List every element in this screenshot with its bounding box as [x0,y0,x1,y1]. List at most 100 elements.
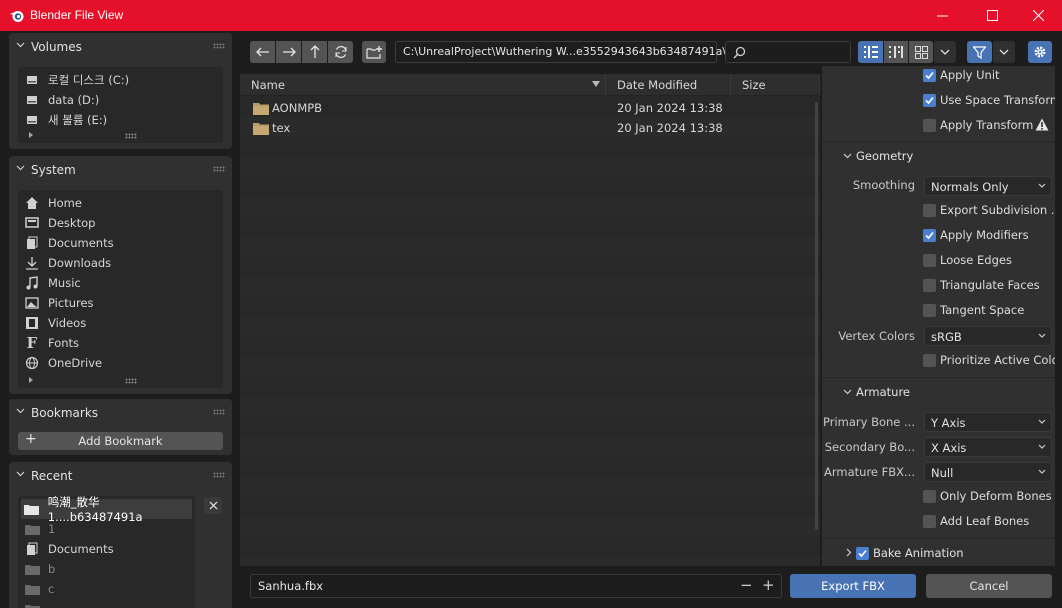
checkmark-icon [925,231,934,240]
secondary-bone-axis-value: X Axis [931,441,967,455]
system-item-label: Music [48,276,81,290]
tangent-space-checkbox[interactable] [923,304,936,317]
recent-title: Recent [31,469,73,483]
recent-item-label: 1 [48,522,56,536]
vertical-list-view-button[interactable] [858,41,883,63]
expand-triangle-icon[interactable] [29,377,33,383]
column-date-header[interactable]: Date Modified [617,78,697,92]
drag-grip-icon[interactable] [213,472,225,478]
empty-row [240,337,820,357]
back-button[interactable] [250,41,275,63]
drag-grip-icon[interactable] [213,166,225,172]
new-folder-icon [366,45,382,59]
desktop-icon [24,215,40,231]
volume-item-c[interactable]: 로컬 디스크 (C:) [24,70,219,90]
close-window-button[interactable] [1014,0,1062,31]
minimize-button[interactable] [918,0,966,31]
apply-modifiers-checkbox[interactable] [923,229,936,242]
sort-descending-icon[interactable] [592,81,600,87]
recent-item-selected[interactable]: 鸣潮_散华1....b63487491a [21,496,192,524]
recent-item[interactable]: b [24,559,195,579]
cancel-button[interactable]: Cancel [926,574,1052,598]
system-header[interactable]: System [9,156,232,182]
system-item-music[interactable]: Music [24,273,219,293]
refresh-button[interactable] [328,41,353,63]
export-fbx-button[interactable]: Export FBX [790,574,916,598]
forward-button[interactable] [276,41,301,63]
volumes-header[interactable]: Volumes [9,33,232,59]
vertex-colors-dropdown[interactable]: sRGB [924,326,1052,346]
decrement-icon[interactable]: − [740,576,753,594]
filter-toggle-button[interactable] [967,41,992,63]
chevron-right-icon [846,548,852,557]
path-field[interactable]: C:\UnrealProject\Wuthering W...e35529436… [395,41,726,63]
parent-directory-button[interactable] [302,41,327,63]
add-bookmark-button[interactable]: + Add Bookmark [18,431,223,450]
bookmarks-header[interactable]: Bookmarks [9,399,232,425]
display-settings-dropdown[interactable] [934,41,956,63]
geometry-section-header[interactable]: Geometry [822,141,1055,169]
new-folder-button[interactable] [362,41,386,63]
system-item-pictures[interactable]: Pictures [24,293,219,313]
filter-settings-dropdown[interactable] [993,41,1015,63]
system-item-downloads[interactable]: Downloads [24,253,219,273]
settings-toggle-button[interactable] [1028,41,1052,63]
secondary-bone-axis-dropdown[interactable]: X Axis [924,437,1052,457]
recent-header[interactable]: Recent [9,462,232,488]
volumes-title: Volumes [31,40,82,54]
apply-unit-label: Apply Unit [940,68,1000,82]
armature-fbx-node-type-dropdown[interactable]: Null [924,462,1052,482]
system-item-videos[interactable]: Videos [24,313,219,333]
armature-section-header[interactable]: Armature [822,377,1055,405]
drag-grip-icon[interactable] [213,409,225,415]
column-name-header[interactable]: Name [251,78,285,92]
search-input[interactable] [725,41,851,63]
drive-icon [24,112,40,128]
column-size-header[interactable]: Size [742,78,766,92]
horizontal-list-view-button[interactable] [884,41,908,63]
smoothing-label: Smoothing [852,178,915,192]
drag-grip-icon[interactable] [213,43,225,49]
system-item-onedrive[interactable]: OneDrive [24,353,219,373]
resize-grip-icon[interactable] [125,378,137,384]
only-deform-bones-checkbox[interactable] [923,490,936,503]
empty-row [240,277,820,297]
system-item-desktop[interactable]: Desktop [24,213,219,233]
bake-animation-section-header[interactable]: Bake Animation [822,538,1055,566]
maximize-icon [986,10,998,21]
maximize-button[interactable] [968,0,1016,31]
file-row[interactable]: tex 20 Jan 2024 13:38 [240,118,820,138]
columns-view-icon [889,46,903,58]
bake-animation-checkbox[interactable] [856,547,869,560]
smoothing-dropdown[interactable]: Normals Only [924,176,1052,196]
use-space-transform-checkbox[interactable] [923,94,936,107]
system-item-fonts[interactable]: F Fonts [24,333,219,353]
volume-item-e[interactable]: 새 볼륨 (E:) [24,110,219,130]
expand-triangle-icon[interactable] [29,132,33,138]
apply-unit-checkbox[interactable] [923,69,936,82]
recent-item[interactable]: c [24,579,195,599]
primary-bone-axis-dropdown[interactable]: Y Axis [924,412,1052,432]
recent-item[interactable]: 1 [24,519,195,539]
file-list-scrollbar[interactable] [815,102,818,530]
file-row[interactable]: AONMPB 20 Jan 2024 13:38 [240,98,820,118]
loose-edges-checkbox[interactable] [923,254,936,267]
triangulate-faces-checkbox[interactable] [923,279,936,292]
thumbnails-view-button[interactable] [909,41,933,63]
remove-recent-button[interactable] [204,497,222,514]
system-item-label: Documents [48,236,114,250]
export-subdivision-checkbox[interactable] [923,204,936,217]
prioritize-active-color-checkbox[interactable] [923,354,936,367]
filename-input[interactable]: Sanhua.fbx − + [250,574,782,598]
system-item-home[interactable]: Home [24,193,219,213]
volume-item-d[interactable]: data (D:) [24,90,219,110]
increment-icon[interactable]: + [762,576,775,594]
apply-transform-checkbox[interactable] [923,119,936,132]
add-leaf-bones-checkbox[interactable] [923,515,936,528]
chevron-down-icon [843,389,852,395]
recent-item[interactable] [24,599,195,608]
recent-item[interactable]: Documents [24,539,195,559]
geometry-title: Geometry [856,149,914,163]
resize-grip-icon[interactable] [125,133,137,139]
system-item-documents[interactable]: Documents [24,233,219,253]
